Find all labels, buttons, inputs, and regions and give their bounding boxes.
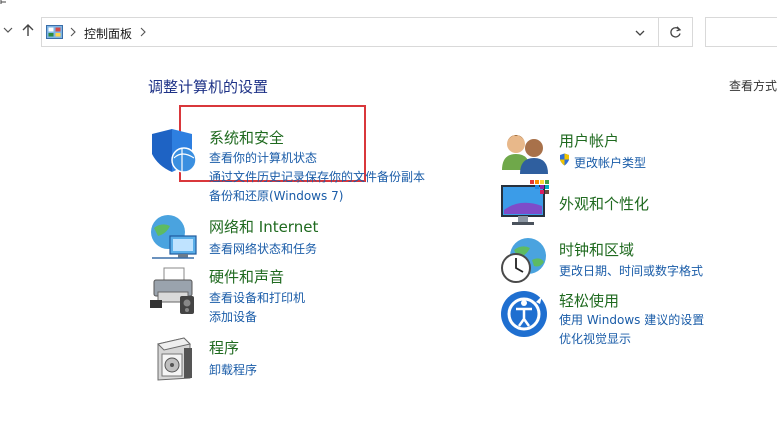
link-change-account-type[interactable]: 更改帐户类型	[574, 154, 646, 171]
page-title: 调整计算机的设置	[148, 78, 269, 96]
printer-icon[interactable]	[148, 266, 198, 316]
category-title-hardware[interactable]: 硬件和声音	[209, 266, 284, 287]
category-title-ease[interactable]: 轻松使用	[559, 290, 619, 311]
category-title-clock[interactable]: 时钟和区域	[559, 239, 634, 260]
link-windows-suggested[interactable]: 使用 Windows 建议的设置	[559, 311, 704, 328]
accessibility-icon[interactable]	[500, 290, 550, 340]
category-title-users[interactable]: 用户帐户	[559, 130, 619, 151]
globe-network-icon[interactable]	[148, 212, 198, 262]
category-title-programs[interactable]: 程序	[209, 337, 239, 358]
address-bar[interactable]: 控制面板	[41, 17, 659, 47]
link-devices-printers[interactable]: 查看设备和打印机	[209, 289, 305, 306]
up-arrow-icon[interactable]	[20, 22, 36, 38]
search-input[interactable]	[705, 17, 777, 47]
refresh-button[interactable]	[658, 17, 693, 47]
breadcrumb-separator-icon[interactable]	[69, 27, 77, 37]
category-title-security[interactable]: 系统和安全	[209, 127, 284, 148]
link-uninstall-program[interactable]: 卸载程序	[209, 361, 257, 378]
link-view-computer-status[interactable]: 查看你的计算机状态	[209, 149, 317, 166]
clock-globe-icon[interactable]	[500, 236, 550, 286]
navigation-bar: 控制面板	[0, 14, 777, 50]
users-icon[interactable]	[500, 128, 550, 178]
link-network-status[interactable]: 查看网络状态和任务	[209, 240, 317, 257]
link-optimize-visual[interactable]: 优化视觉显示	[559, 330, 631, 347]
breadcrumb-control-panel[interactable]: 控制面板	[84, 25, 132, 42]
address-history-dropdown-icon[interactable]	[634, 27, 646, 39]
view-by-label[interactable]: 查看方式	[729, 77, 777, 94]
link-add-device[interactable]: 添加设备	[209, 308, 257, 325]
window-title-fragment	[0, 0, 6, 4]
link-backup-restore[interactable]: 备份和还原(Windows 7)	[209, 187, 343, 204]
link-change-date-time[interactable]: 更改日期、时间或数字格式	[559, 262, 703, 279]
chevron-down-icon[interactable]	[2, 24, 14, 36]
programs-box-icon[interactable]	[148, 334, 198, 384]
breadcrumb-separator-icon[interactable]	[139, 27, 147, 37]
category-title-network[interactable]: 网络和 Internet	[209, 216, 318, 237]
control-panel-icon	[46, 25, 63, 39]
category-title-appearance[interactable]: 外观和个性化	[559, 193, 649, 214]
link-file-history[interactable]: 通过文件历史记录保存你的文件备份副本	[209, 168, 425, 185]
refresh-icon	[670, 26, 682, 38]
uac-shield-icon	[560, 153, 569, 166]
monitor-palette-icon[interactable]	[500, 180, 550, 230]
shield-icon[interactable]	[148, 128, 198, 178]
